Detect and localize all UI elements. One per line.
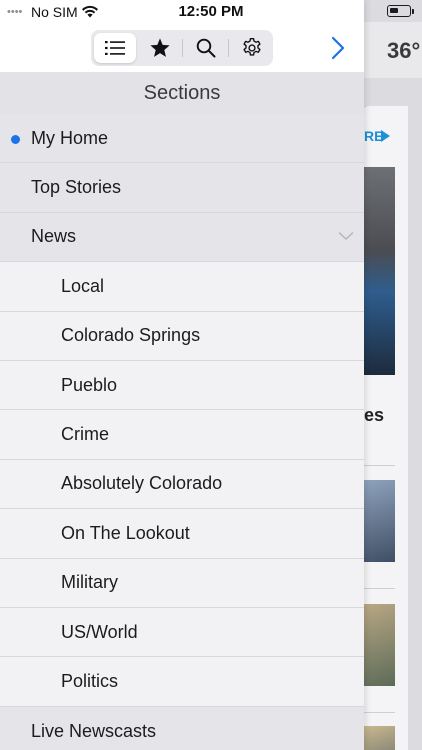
section-item-crime[interactable]: Crime [0, 410, 364, 460]
section-item-top-stories[interactable]: Top Stories [0, 163, 364, 213]
status-bar: •••• No SIM 12:50 PM [0, 0, 364, 22]
search-icon [196, 38, 215, 58]
section-item-pueblo[interactable]: Pueblo [0, 360, 364, 411]
play-arrow-icon[interactable] [381, 130, 390, 142]
story-thumbnail[interactable] [364, 604, 395, 686]
tab-sections[interactable] [94, 33, 136, 63]
section-item-on-the-lookout[interactable]: On The Lookout [0, 509, 364, 559]
section-item-politics[interactable]: Politics [0, 657, 364, 707]
section-label: Top Stories [31, 177, 122, 198]
section-label: On The Lookout [61, 522, 190, 543]
divider [364, 465, 395, 466]
sections-list: My Home Top Stories News Local Colorado … [0, 114, 364, 750]
section-item-local[interactable]: Local [0, 262, 364, 312]
divider [364, 588, 395, 589]
tab-search[interactable] [183, 30, 228, 66]
section-label: Crime [61, 424, 109, 445]
gear-icon [242, 37, 261, 56]
section-label: Politics [61, 670, 119, 691]
section-item-absolutely-colorado[interactable]: Absolutely Colorado [0, 459, 364, 510]
story-image[interactable] [364, 167, 395, 375]
drawer-toolbar [0, 22, 364, 72]
section-item-news[interactable]: News [0, 212, 364, 263]
weather-temperature[interactable]: 36° [387, 38, 420, 64]
section-label: My Home [31, 127, 109, 148]
carrier-label: No SIM [31, 4, 78, 20]
story-thumbnail[interactable] [364, 726, 395, 750]
story-headline-fragment[interactable]: es [364, 405, 384, 426]
signal-dots-icon: •••• [7, 6, 23, 18]
divider [364, 712, 395, 713]
section-label: Local [61, 275, 105, 296]
section-item-my-home[interactable]: My Home [0, 114, 364, 164]
section-label: US/World [61, 621, 138, 642]
section-item-live-newscasts[interactable]: Live Newscasts [0, 706, 364, 750]
section-item-us-world[interactable]: US/World [0, 607, 364, 658]
chevron-down-icon[interactable] [338, 231, 354, 241]
section-label: Live Newscasts [31, 720, 157, 741]
battery-tip [412, 9, 414, 14]
clock: 12:50 PM [178, 3, 244, 20]
section-label: Pueblo [61, 374, 118, 395]
section-label: Military [61, 572, 118, 593]
sections-drawer: •••• No SIM 12:50 PM Sections My Home To… [0, 0, 364, 750]
star-icon [149, 38, 170, 57]
battery-icon [387, 5, 411, 17]
section-switcher [91, 30, 273, 66]
section-label: News [31, 226, 77, 247]
section-item-military[interactable]: Military [0, 558, 364, 608]
section-label: Colorado Springs [61, 325, 201, 346]
tab-favorites[interactable] [137, 30, 182, 66]
list-icon [105, 41, 125, 55]
wifi-icon [82, 5, 98, 18]
tab-settings[interactable] [229, 30, 274, 66]
section-item-colorado-springs[interactable]: Colorado Springs [0, 311, 364, 361]
drawer-title: Sections [0, 72, 364, 114]
story-thumbnail[interactable] [364, 480, 395, 562]
section-label: Absolutely Colorado [61, 473, 223, 494]
chevron-right-icon[interactable] [328, 36, 348, 60]
selected-indicator-icon [11, 135, 20, 144]
